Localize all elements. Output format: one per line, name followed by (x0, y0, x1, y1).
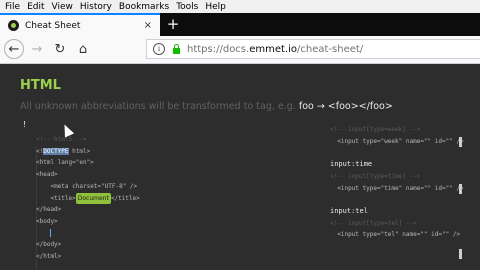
menu-bookmarks[interactable]: Bookmarks (119, 2, 169, 12)
code-body-close: </body> (36, 241, 62, 249)
url-path: /cheat-sheet/ (297, 43, 364, 55)
menu-help[interactable]: Help (205, 2, 226, 12)
html5-code-block: <!-- html5 --> <!DOCTYPE html> <html lan… (36, 134, 140, 263)
forward-button[interactable]: → (27, 39, 47, 59)
code-meta: <meta charset="UTF-8" /> (50, 182, 138, 190)
input-types-code-block: <!-- input[type=week] --> <input type="w… (330, 124, 480, 241)
code-doctype-close: html> (68, 147, 91, 155)
placeholder-badge: Document (75, 192, 111, 205)
text-cursor-3 (459, 249, 462, 259)
text-cursor-2 (459, 184, 462, 194)
description-example: foo → <foo></foo> (298, 101, 393, 112)
section-description: All unknown abbreviations will be transf… (20, 101, 393, 112)
address-bar[interactable]: i https://docs.emmet.io/cheat-sheet/ (146, 39, 480, 59)
tab-cheat-sheet[interactable]: Cheat Sheet × (0, 13, 160, 36)
new-tab-button[interactable]: + (163, 15, 183, 33)
site-info-icon[interactable]: i (153, 43, 165, 55)
tab-strip: Cheat Sheet × + (0, 13, 480, 36)
code-comment-time: <!-- input[type=time] --> (330, 172, 421, 180)
code-head-open: <head> (36, 171, 58, 179)
code-input-tel: <input type="tel" name="" id="" /> (337, 231, 461, 239)
menu-bar: File Edit View History Bookmarks Tools H… (0, 0, 480, 13)
code-html-close: </html> (36, 253, 62, 261)
menu-edit[interactable]: Edit (27, 2, 44, 12)
abbrev-input-time: input:time (330, 160, 373, 169)
text-cursor-1 (459, 137, 462, 147)
code-comment-week: <!-- input[type=week] --> (330, 126, 421, 133)
code-comment-tel: <!-- input[type=tel] --> (330, 219, 417, 227)
code-input-time: <input type="time" name="" id="" /> (337, 184, 464, 192)
code-comment: <!-- html5 --> (36, 136, 87, 143)
text-caret (50, 229, 52, 238)
code-body-open: <body> (36, 217, 58, 225)
emmet-favicon-icon (8, 20, 19, 31)
page-content: HTML All unknown abbreviations will be t… (0, 64, 480, 270)
tab-title: Cheat Sheet (25, 20, 81, 31)
code-head-close: </head> (36, 206, 62, 214)
abbreviation-bang: ! (22, 120, 27, 129)
url-prefix: https://docs. (187, 43, 250, 55)
menu-tools[interactable]: Tools (176, 2, 198, 12)
code-title-open: <title> (50, 194, 76, 202)
code-title-close: </title> (110, 194, 140, 202)
menu-history[interactable]: History (80, 2, 112, 12)
url-text[interactable]: https://docs.emmet.io/cheat-sheet/ (187, 44, 363, 55)
abbrev-input-tel: input:tel (330, 206, 368, 215)
description-text: All unknown abbreviations will be transf… (20, 101, 299, 112)
reload-button[interactable]: ↻ (50, 39, 70, 59)
url-host: emmet.io (249, 43, 297, 55)
lock-icon (173, 43, 180, 54)
navigation-bar: ← → ↻ ⌂ i https://docs.emmet.io/cheat-sh… (0, 36, 480, 64)
back-button[interactable]: ← (4, 39, 24, 59)
home-button[interactable]: ⌂ (73, 39, 93, 59)
code-doctype-highlight: DOCTYPE (43, 147, 69, 155)
menu-file[interactable]: File (5, 2, 20, 12)
close-tab-icon[interactable]: × (144, 20, 152, 31)
code-input-week: <input type="week" name="" id="" /> (337, 137, 464, 145)
menu-view[interactable]: View (52, 2, 73, 12)
section-heading: HTML (20, 78, 61, 93)
code-html-open: <html lang="en"> (36, 159, 94, 167)
